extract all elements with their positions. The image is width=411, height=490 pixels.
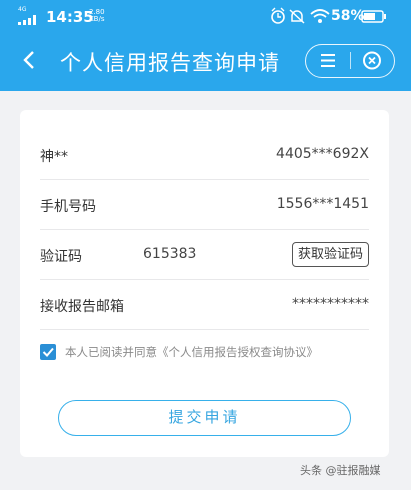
close-button[interactable] xyxy=(350,45,394,76)
network-speed: 2.80 KB/s xyxy=(89,9,105,23)
agreement-checkbox[interactable] xyxy=(40,344,56,360)
agreement-text[interactable]: 本人已阅读并同意《个人信用报告授权查询协议》 xyxy=(65,344,318,360)
email-value: *********** xyxy=(292,296,369,312)
get-code-button[interactable]: 获取验证码 xyxy=(291,242,369,267)
status-time: 14:35 xyxy=(46,8,94,26)
status-bar: 4G 14:35 2.80 KB/s 58% xyxy=(0,0,411,32)
network-type: 4G xyxy=(18,6,27,13)
wifi-icon xyxy=(310,9,330,23)
menu-icon xyxy=(321,54,335,67)
mini-program-capsule xyxy=(305,44,395,78)
email-row: 接收报告邮箱 *********** xyxy=(40,280,369,330)
phone-row: 手机号码 1556***1451 xyxy=(40,180,369,230)
mute-bell-icon xyxy=(289,9,305,24)
alarm-icon xyxy=(271,7,285,24)
submit-button[interactable]: 提交申请 xyxy=(58,400,351,436)
verification-row: 验证码 615383 获取验证码 xyxy=(40,230,369,280)
battery-icon xyxy=(361,10,386,23)
name-row: 神** 4405***692X xyxy=(40,130,369,180)
app-header: 4G 14:35 2.80 KB/s 58% 个人信用报告查询申请 xyxy=(0,0,411,91)
verification-label: 验证码 xyxy=(40,249,82,265)
phone-value: 1556***1451 xyxy=(276,196,369,212)
speed-unit: KB/s xyxy=(89,15,105,23)
signal-icon: 4G xyxy=(18,7,42,25)
verification-code-input[interactable]: 615383 xyxy=(143,246,196,262)
email-label: 接收报告邮箱 xyxy=(40,299,124,315)
back-icon[interactable] xyxy=(18,48,42,72)
battery-percent: 58% xyxy=(331,8,365,24)
name-label: 神** xyxy=(40,149,68,165)
agreement: 本人已阅读并同意《个人信用报告授权查询协议》 xyxy=(40,342,370,364)
close-circle-icon xyxy=(363,51,381,70)
application-form: 神** 4405***692X 手机号码 1556***1451 验证码 615… xyxy=(20,110,389,457)
id-number-value: 4405***692X xyxy=(276,146,369,162)
check-icon xyxy=(42,347,54,357)
menu-button[interactable] xyxy=(306,45,350,76)
phone-label: 手机号码 xyxy=(40,199,96,215)
page-title: 个人信用报告查询申请 xyxy=(60,51,280,75)
status-icons xyxy=(271,7,330,24)
watermark: 头条 @驻报融媒 xyxy=(300,464,381,477)
